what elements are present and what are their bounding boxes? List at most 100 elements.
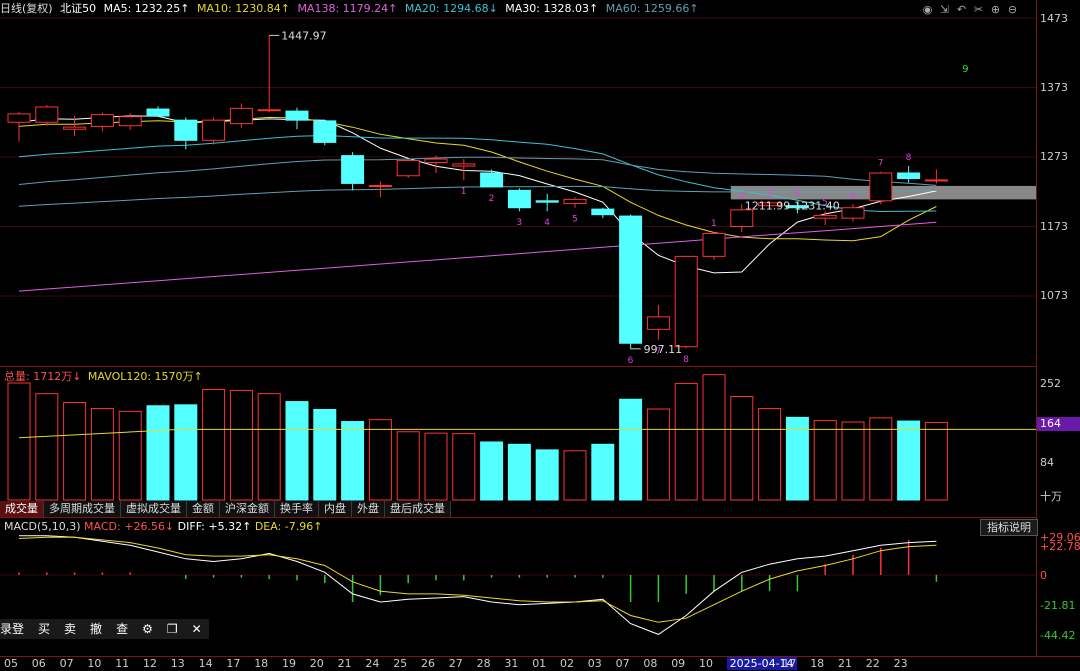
- volume-bar: [619, 398, 643, 501]
- volume-bar: [341, 421, 365, 501]
- candle-body: [897, 172, 921, 180]
- date-tick-label: 03: [587, 657, 602, 670]
- candle-body: [368, 184, 392, 187]
- date-tick-label: 18: [254, 657, 269, 670]
- macd-axis-label: -44.42: [1040, 629, 1076, 642]
- login-button[interactable]: 录登: [0, 619, 31, 639]
- candle-body: [646, 316, 670, 330]
- volume-bar: [424, 432, 448, 501]
- date-tick-label: 10: [87, 657, 102, 670]
- candle-body: [480, 172, 504, 188]
- candle-body: [229, 107, 253, 125]
- candle-body: [7, 113, 31, 123]
- volume-bar: [730, 395, 754, 501]
- candle-body: [424, 158, 448, 164]
- volume-axis-label: 164: [1040, 417, 1061, 430]
- candle-body: [563, 198, 587, 205]
- sequence-count-label: 1: [711, 219, 717, 229]
- macd-value: MACD: +26.56↓: [84, 520, 175, 533]
- cancel-order-button[interactable]: 撤: [83, 619, 109, 639]
- date-tick-label: 11: [115, 657, 130, 670]
- volume-bar: [591, 443, 615, 501]
- sequence-count-label: 3: [767, 189, 773, 199]
- macd-axis-label: -21.81: [1040, 599, 1076, 612]
- date-tick-label: 21: [337, 657, 352, 670]
- sell-button[interactable]: 卖: [57, 619, 83, 639]
- tab-multi-period-volume[interactable]: 多周期成交量: [44, 501, 121, 517]
- candle-body: [396, 159, 420, 177]
- candle-body: [257, 109, 281, 112]
- price-axis-label: 1273: [1040, 150, 1068, 163]
- volume-bar: [758, 408, 782, 501]
- sequence-count-label: 7: [655, 347, 661, 357]
- tab-inner-volume[interactable]: 内盘: [319, 501, 352, 517]
- volume-indicator-tabs: 成交量 多周期成交量 虚拟成交量 金额 沪深金额 换手率 内盘 外盘 盘后成交量: [0, 501, 451, 517]
- kline-chart[interactable]: 1447.97997.111211.99-1231.40123 4 567812 3 4…: [0, 0, 1080, 671]
- window-icon[interactable]: ❐: [160, 619, 185, 639]
- sequence-count-label: 8: [906, 153, 912, 163]
- date-tick-label: 17: [226, 657, 241, 670]
- total-volume-label: 总量: 1712万↓: [4, 370, 82, 383]
- volume-bar: [257, 393, 281, 501]
- candle-body: [174, 119, 198, 141]
- candle-body: [35, 106, 59, 123]
- volume-bar: [563, 450, 587, 501]
- query-button[interactable]: 查: [109, 619, 135, 639]
- tab-outer-volume[interactable]: 外盘: [352, 501, 385, 517]
- candle-body: [869, 172, 893, 202]
- date-tick-label: 09: [671, 657, 686, 670]
- candle-body: [591, 208, 615, 216]
- sequence-count-label: 5: [572, 215, 578, 225]
- macd-axis-label: 0: [1040, 569, 1047, 582]
- candle-body: [146, 108, 170, 117]
- sequence-count-label: 1: [461, 187, 467, 197]
- volume-unit-label: 十万: [1040, 490, 1062, 503]
- candle-body: [813, 214, 837, 219]
- indicator-help-button[interactable]: 指标说明: [980, 519, 1038, 536]
- price-axis-label: 1173: [1040, 220, 1068, 233]
- sequence-count-label: 8: [683, 355, 689, 365]
- volume-bar: [202, 389, 226, 501]
- date-tick-label: 01: [532, 657, 547, 670]
- volume-bar: [674, 382, 698, 501]
- volume-bar: [118, 410, 142, 501]
- volume-bar: [313, 408, 337, 501]
- candle-body: [118, 116, 142, 127]
- tab-volume[interactable]: 成交量: [0, 501, 44, 517]
- sequence-count-label: 3: [516, 218, 522, 228]
- candle-body: [702, 232, 726, 257]
- date-tick-label: 26: [421, 657, 435, 670]
- volume-bar: [174, 404, 198, 501]
- tab-virtual-volume[interactable]: 虚拟成交量: [121, 501, 187, 517]
- candle-body: [507, 189, 531, 209]
- tab-turnover[interactable]: 换手率: [275, 501, 319, 517]
- date-tick-label: 10: [699, 657, 713, 670]
- volume-bar: [285, 401, 309, 501]
- tab-after-hours-volume[interactable]: 盘后成交量: [385, 501, 451, 517]
- date-tick-label: 24: [365, 657, 380, 670]
- volume-bar: [368, 419, 392, 501]
- price-axis-label: 1473: [1040, 12, 1068, 25]
- candle-body: [452, 163, 476, 167]
- date-tick-label: 31: [504, 657, 519, 670]
- sequence-count-label: 6: [850, 191, 856, 201]
- date-tick-label: 18: [810, 657, 825, 670]
- sequence-count-label: 2: [739, 191, 745, 201]
- volume-header: 总量: 1712万↓ MAVOL120: 1570万↑: [4, 368, 203, 384]
- price-axis-label: 1073: [1040, 289, 1068, 302]
- candle-body: [619, 215, 643, 344]
- close-icon[interactable]: ✕: [185, 619, 209, 639]
- date-tick-label: 21: [838, 657, 852, 670]
- candle-body: [341, 155, 365, 184]
- volume-bar: [702, 374, 726, 501]
- date-tick-label: 13: [170, 657, 185, 670]
- dea-line: [18, 536, 937, 623]
- buy-button[interactable]: 买: [31, 619, 57, 639]
- tab-amount[interactable]: 金额: [187, 501, 220, 517]
- tab-sh-sz-amount[interactable]: 沪深金额: [220, 501, 275, 517]
- candle-body: [924, 179, 948, 182]
- sequence-count-label: 6: [628, 356, 634, 366]
- date-tick-label: 25: [393, 657, 408, 670]
- volume-bar: [869, 417, 893, 501]
- settings-icon[interactable]: ⚙: [135, 619, 160, 639]
